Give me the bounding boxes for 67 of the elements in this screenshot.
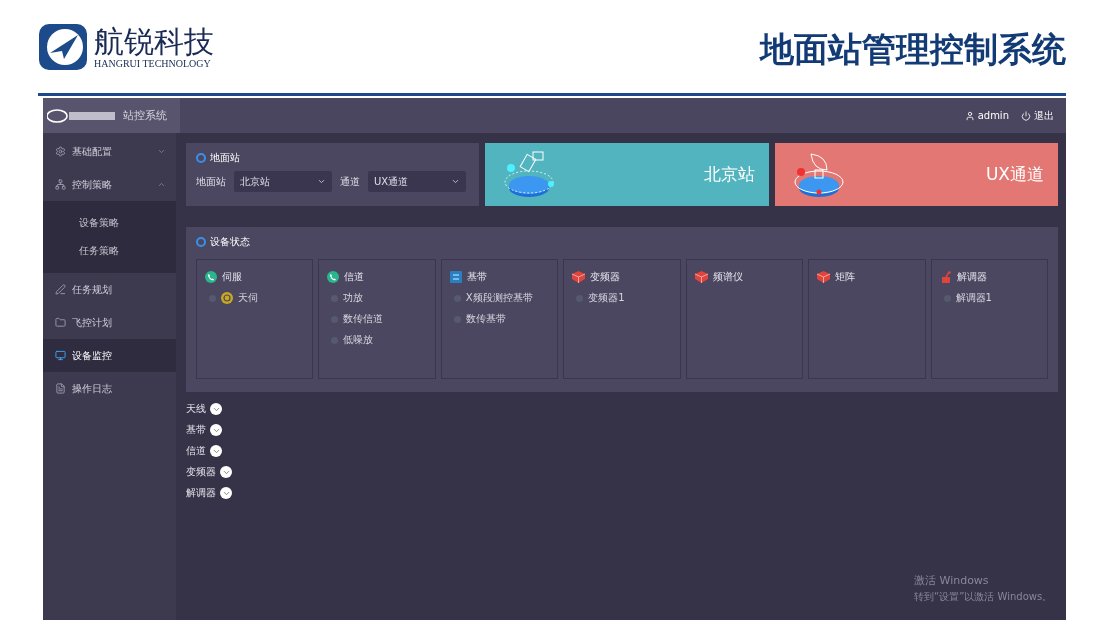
doc-icon (55, 383, 66, 394)
logo-subtitle: HANGRUI TECHNOLOGY (94, 57, 212, 69)
sidebar-item[interactable]: 基础配置 (43, 135, 176, 168)
network-icon (55, 179, 66, 190)
panel-title: 地面站 (210, 151, 240, 165)
field-label: 通道 (340, 174, 360, 189)
panel-title: 设备状态 (210, 235, 250, 249)
ring-icon (196, 237, 206, 247)
sidebar-item[interactable]: 控制策略 (43, 168, 176, 201)
chevron-down-icon (157, 147, 166, 156)
user-icon (964, 110, 975, 121)
notice-text: 转到“设置”以激活 Windows。 (914, 590, 1053, 604)
section-label: 变频器 (186, 465, 216, 479)
sidebar-item[interactable]: 设备监控 (43, 339, 176, 372)
brand-name: 站控系统 (123, 108, 167, 123)
banner-text: UX通道 (985, 163, 1044, 186)
user-link[interactable]: admin (964, 110, 1009, 121)
device-group-name: 信道 (344, 270, 365, 284)
pen-icon (55, 284, 66, 295)
logout-link[interactable]: 退出 (1021, 108, 1054, 123)
sidebar-item[interactable]: 操作日志 (43, 372, 176, 405)
folder-icon (55, 317, 66, 328)
chevron-down-icon (317, 177, 326, 186)
power-icon (1021, 110, 1031, 121)
gear-icon (55, 146, 66, 157)
monitor-icon (55, 350, 66, 361)
device-group-name: 解调器 (956, 270, 987, 284)
slide-title: 地面站管理控制系统 (760, 27, 1066, 71)
logo-name: 航锐科技 (94, 24, 214, 58)
device-group-name: 矩阵 (835, 270, 856, 284)
device-group-name: 伺服 (222, 270, 242, 284)
submenu-item[interactable]: 设备策略 (43, 209, 176, 237)
satellite-globe-icon (503, 149, 555, 200)
device-name: 数传基带 (465, 312, 506, 326)
expand-button[interactable] (210, 445, 222, 457)
select-field[interactable]: 北京站 (234, 171, 332, 192)
expand-button[interactable] (220, 466, 232, 478)
ring-icon (196, 153, 206, 163)
chevron-up-icon (157, 180, 166, 189)
device-name: 低噪放 (343, 333, 374, 347)
sidebar-item[interactable]: 飞控计划 (43, 306, 176, 339)
device-name: 解调器1 (955, 291, 992, 305)
sidebar-item[interactable]: 任务规划 (43, 273, 176, 306)
chevron-down-icon (451, 177, 460, 186)
antenna-badge-icon (221, 292, 233, 304)
device-name: X频段测控基带 (465, 291, 533, 305)
expand-button[interactable] (210, 403, 222, 415)
section-label: 基带 (186, 423, 206, 437)
banner-text: 北京站 (703, 163, 755, 186)
submenu-item[interactable]: 任务策略 (43, 237, 176, 265)
device-group-name: 变频器 (590, 270, 621, 284)
section-label: 信道 (186, 444, 206, 458)
brand-logo-icon (47, 108, 117, 123)
select-field[interactable]: UX通道 (368, 171, 466, 192)
section-label: 解调器 (186, 486, 216, 500)
section-label: 天线 (186, 402, 206, 416)
device-group-name: 基带 (466, 270, 487, 284)
notice-title: 激活 Windows (914, 573, 990, 588)
device-name: 天伺 (238, 291, 258, 305)
field-label: 地面站 (196, 174, 226, 189)
logo-icon (38, 22, 88, 71)
device-group-name: 频谱仪 (712, 270, 743, 284)
device-name: 变频器1 (588, 291, 625, 305)
expand-button[interactable] (210, 424, 222, 436)
expand-button[interactable] (220, 487, 232, 499)
device-name: 功放 (343, 291, 364, 305)
device-name: 数传信道 (343, 312, 384, 326)
